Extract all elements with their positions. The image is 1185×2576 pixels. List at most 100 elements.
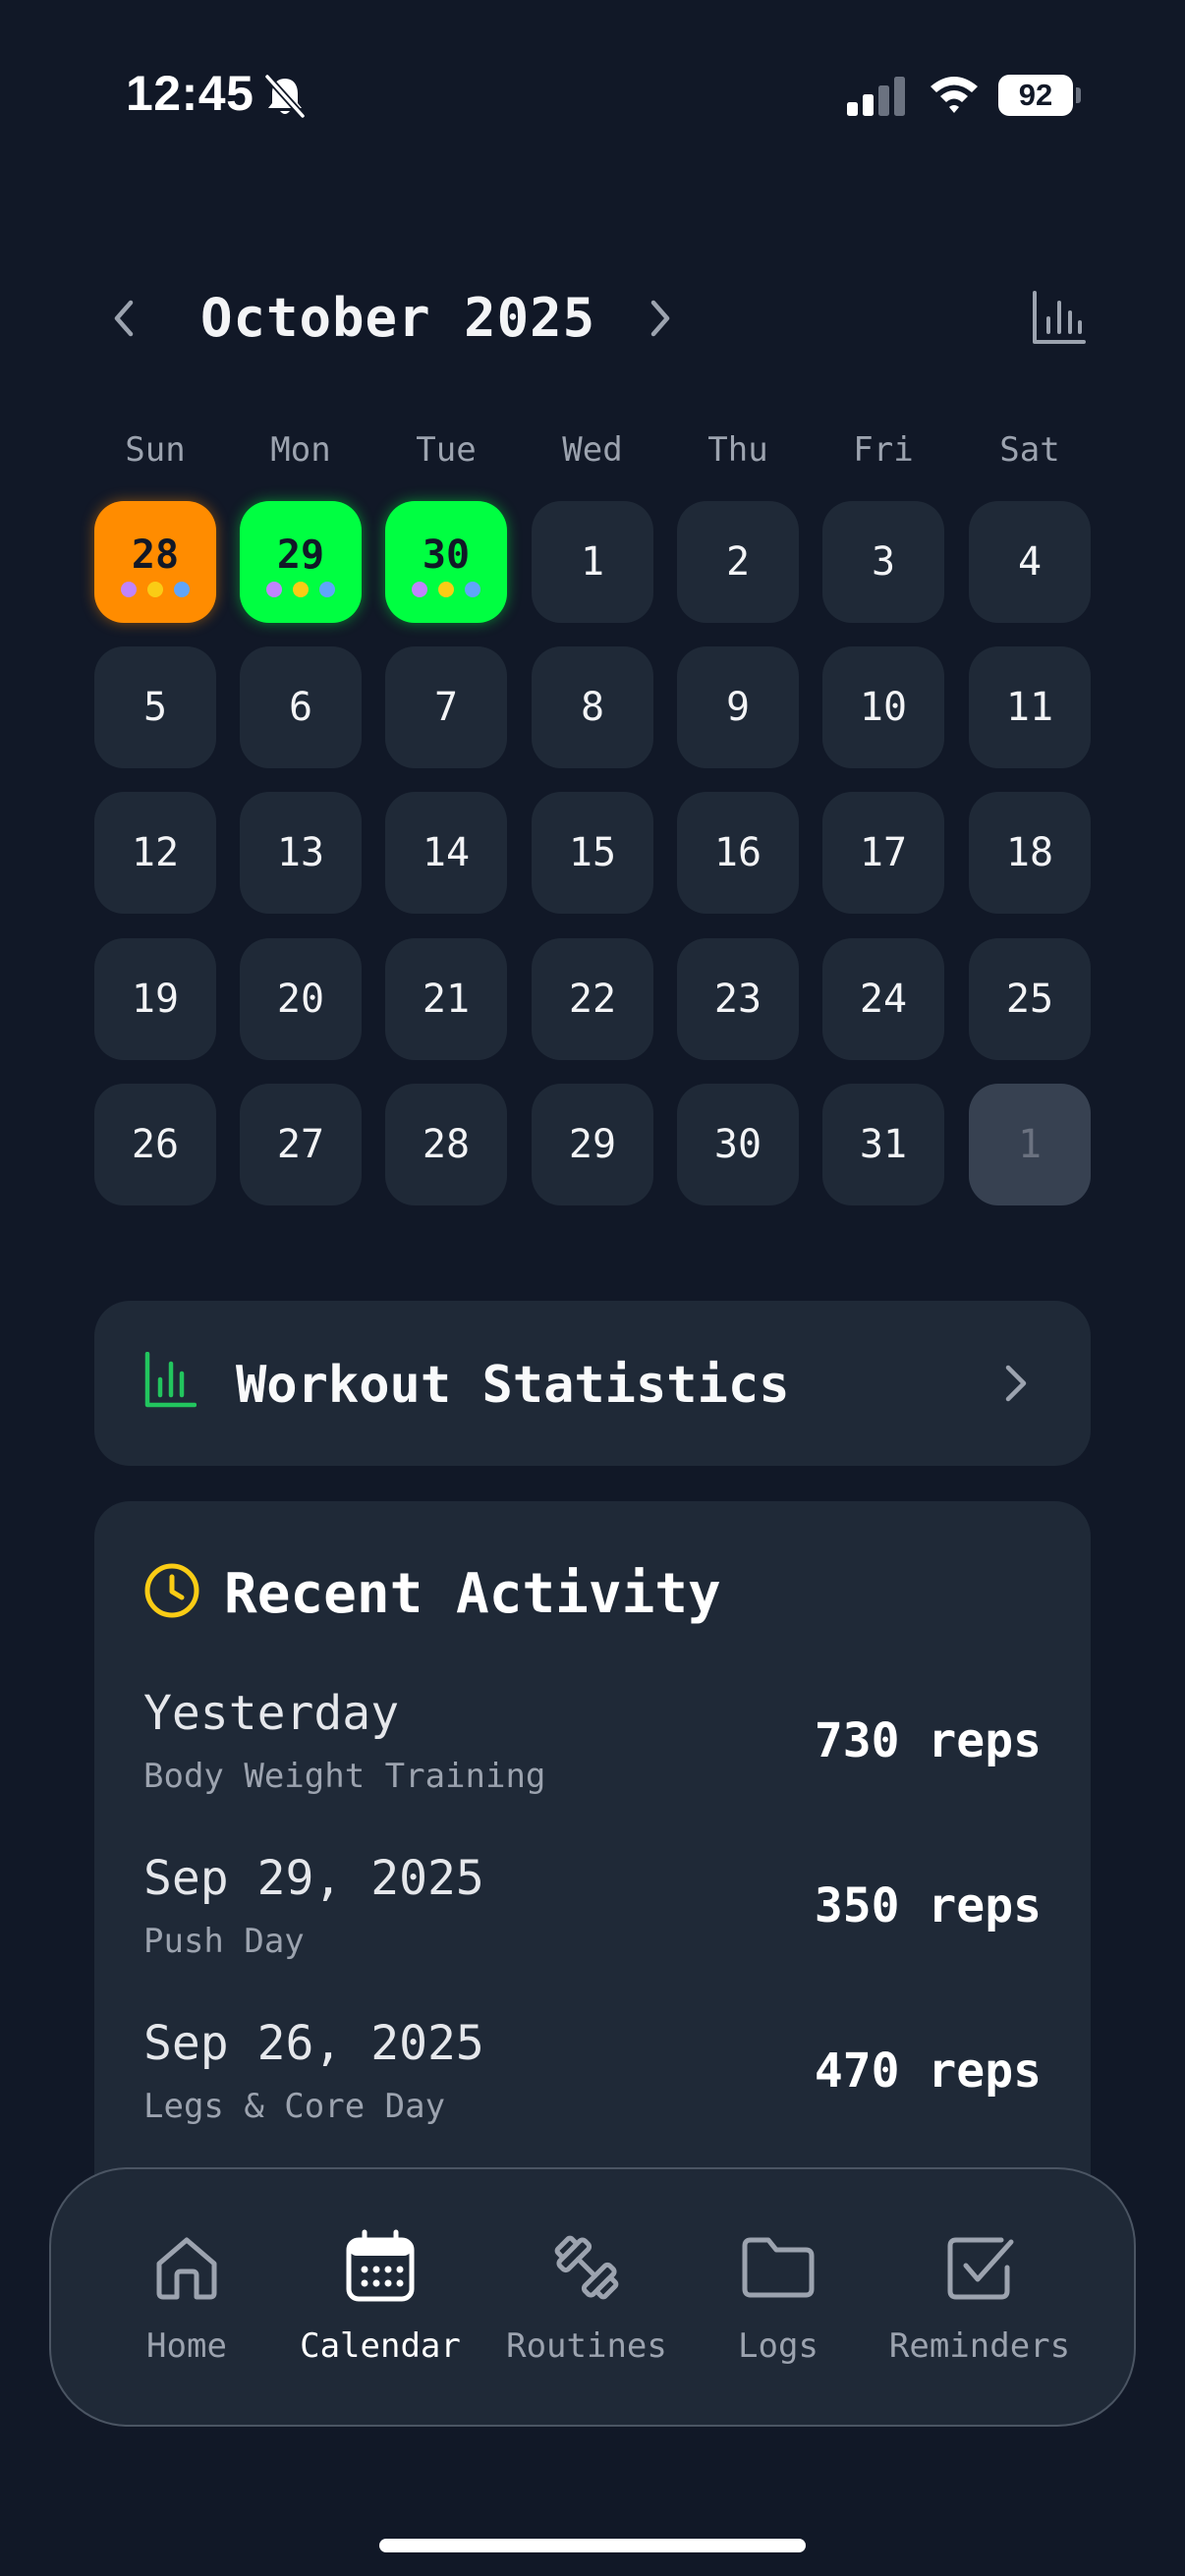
calendar-day[interactable]: 21 bbox=[385, 938, 507, 1060]
day-number: 4 bbox=[1017, 539, 1043, 585]
activity-routine: Body Weight Training bbox=[143, 1757, 546, 1796]
calendar-day[interactable]: 7 bbox=[385, 646, 507, 768]
status-time: 12:45 bbox=[126, 66, 254, 121]
activity-dot bbox=[293, 582, 309, 597]
calendar-day[interactable]: 24 bbox=[822, 938, 944, 1060]
month-title: October 2025 bbox=[200, 287, 596, 349]
chevron-left-icon bbox=[114, 300, 134, 337]
nav-item-logs[interactable]: Logs bbox=[680, 2228, 876, 2385]
calendar-day[interactable]: 18 bbox=[969, 792, 1091, 914]
calendar-day-next-month[interactable]: 1 bbox=[969, 1084, 1091, 1205]
activity-date: Sep 29, 2025 bbox=[143, 1851, 484, 1906]
nav-item-routines[interactable]: Routines bbox=[488, 2228, 685, 2385]
statistics-button[interactable] bbox=[1026, 289, 1091, 348]
day-number: 17 bbox=[859, 830, 908, 875]
home-indicator[interactable] bbox=[379, 2539, 806, 2552]
nav-item-calendar[interactable]: Calendar bbox=[282, 2228, 479, 2385]
calendar-day[interactable]: 6 bbox=[240, 646, 362, 768]
recent-activity-card: Recent Activity Yesterday Body Weight Tr… bbox=[94, 1501, 1091, 2248]
bar-chart-icon bbox=[144, 1352, 197, 1408]
activity-reps: 350 reps bbox=[814, 1878, 1042, 1933]
calendar-day[interactable]: 13 bbox=[240, 792, 362, 914]
calendar-day[interactable]: 22 bbox=[532, 938, 653, 1060]
next-month-button[interactable] bbox=[631, 289, 690, 348]
calendar-day[interactable]: 4 bbox=[969, 501, 1091, 623]
nav-item-home[interactable]: Home bbox=[88, 2228, 285, 2385]
clock-icon bbox=[144, 1563, 199, 1618]
battery-tip bbox=[1076, 87, 1081, 103]
calendar-day[interactable]: 2 bbox=[677, 501, 799, 623]
day-number: 29 bbox=[568, 1122, 617, 1167]
day-number: 7 bbox=[433, 685, 459, 730]
day-number: 11 bbox=[1005, 685, 1054, 730]
calendar-day[interactable]: 29 bbox=[532, 1084, 653, 1205]
calendar-day[interactable]: 11 bbox=[969, 646, 1091, 768]
activity-routine: Push Day bbox=[143, 1922, 305, 1961]
calendar-day[interactable]: 9 bbox=[677, 646, 799, 768]
day-number: 30 bbox=[713, 1122, 762, 1167]
activity-routine: Legs & Core Day bbox=[143, 2087, 446, 2126]
calendar-day[interactable]: 19 bbox=[94, 938, 216, 1060]
nav-label: Routines bbox=[506, 2326, 667, 2366]
day-number: 28 bbox=[422, 1122, 471, 1167]
calendar-day[interactable]: 17 bbox=[822, 792, 944, 914]
calendar-day[interactable]: 3 bbox=[822, 501, 944, 623]
activity-item[interactable]: Sep 26, 2025 Legs & Core Day 470 reps bbox=[143, 2016, 1042, 2154]
calendar-day[interactable]: 5 bbox=[94, 646, 216, 768]
calendar-day[interactable]: 27 bbox=[240, 1084, 362, 1205]
day-number: 8 bbox=[580, 685, 605, 730]
calendar-day-sep-30[interactable]: 30 bbox=[385, 501, 507, 623]
calendar-day[interactable]: 31 bbox=[822, 1084, 944, 1205]
calendar-day[interactable]: 15 bbox=[532, 792, 653, 914]
calendar-day[interactable]: 1 bbox=[532, 501, 653, 623]
calendar-day[interactable]: 16 bbox=[677, 792, 799, 914]
calendar-day[interactable]: 23 bbox=[677, 938, 799, 1060]
workout-statistics-card[interactable]: Workout Statistics bbox=[94, 1301, 1091, 1466]
nav-label: Logs bbox=[738, 2326, 818, 2366]
activity-dot bbox=[174, 582, 190, 597]
previous-month-button[interactable] bbox=[94, 289, 153, 348]
day-number: 14 bbox=[422, 830, 471, 875]
day-number: 21 bbox=[422, 977, 471, 1022]
activity-dot bbox=[319, 582, 335, 597]
calendar-day[interactable]: 12 bbox=[94, 792, 216, 914]
chevron-right-icon bbox=[650, 300, 670, 337]
day-number: 2 bbox=[725, 539, 751, 585]
calendar-day[interactable]: 14 bbox=[385, 792, 507, 914]
calendar-grid: 28 29 30 1 2 3 4 5 6 7 8 9 10 11 12 13 1… bbox=[94, 501, 1091, 1208]
activity-dots bbox=[121, 582, 190, 597]
day-number: 31 bbox=[859, 1122, 908, 1167]
bar-chart-icon bbox=[1033, 291, 1086, 344]
calendar-day[interactable]: 10 bbox=[822, 646, 944, 768]
activity-reps: 730 reps bbox=[814, 1713, 1042, 1768]
activity-dots bbox=[266, 582, 335, 597]
day-number: 1 bbox=[580, 539, 605, 585]
recent-activity-title: Recent Activity bbox=[224, 1562, 721, 1626]
activity-dots bbox=[412, 582, 480, 597]
battery-indicator: 92 bbox=[998, 75, 1081, 116]
calendar-day-sep-28[interactable]: 28 bbox=[94, 501, 216, 623]
activity-date: Sep 26, 2025 bbox=[143, 2016, 484, 2071]
day-number: 13 bbox=[276, 830, 325, 875]
day-number: 20 bbox=[276, 977, 325, 1022]
calendar-day[interactable]: 26 bbox=[94, 1084, 216, 1205]
weekday-label: Sun bbox=[125, 430, 186, 470]
battery-level: 92 bbox=[998, 75, 1073, 116]
folder-icon bbox=[742, 2237, 815, 2298]
calendar-day[interactable]: 8 bbox=[532, 646, 653, 768]
day-number: 22 bbox=[568, 977, 617, 1022]
activity-item[interactable]: Yesterday Body Weight Training 730 reps bbox=[143, 1686, 1042, 1823]
calendar-day[interactable]: 25 bbox=[969, 938, 1091, 1060]
day-number: 30 bbox=[422, 532, 471, 578]
calendar-day[interactable]: 20 bbox=[240, 938, 362, 1060]
weekday-label: Mon bbox=[270, 430, 331, 470]
calendar-day[interactable]: 30 bbox=[677, 1084, 799, 1205]
weekday-label: Thu bbox=[707, 430, 768, 470]
activity-reps: 470 reps bbox=[814, 2044, 1042, 2099]
nav-item-reminders[interactable]: Reminders bbox=[881, 2228, 1078, 2385]
activity-dot bbox=[465, 582, 480, 597]
calendar-day-sep-29[interactable]: 29 bbox=[240, 501, 362, 623]
activity-item[interactable]: Sep 29, 2025 Push Day 350 reps bbox=[143, 1851, 1042, 1988]
weekday-row: Sun Mon Tue Wed Thu Fri Sat bbox=[94, 430, 1091, 477]
calendar-day[interactable]: 28 bbox=[385, 1084, 507, 1205]
